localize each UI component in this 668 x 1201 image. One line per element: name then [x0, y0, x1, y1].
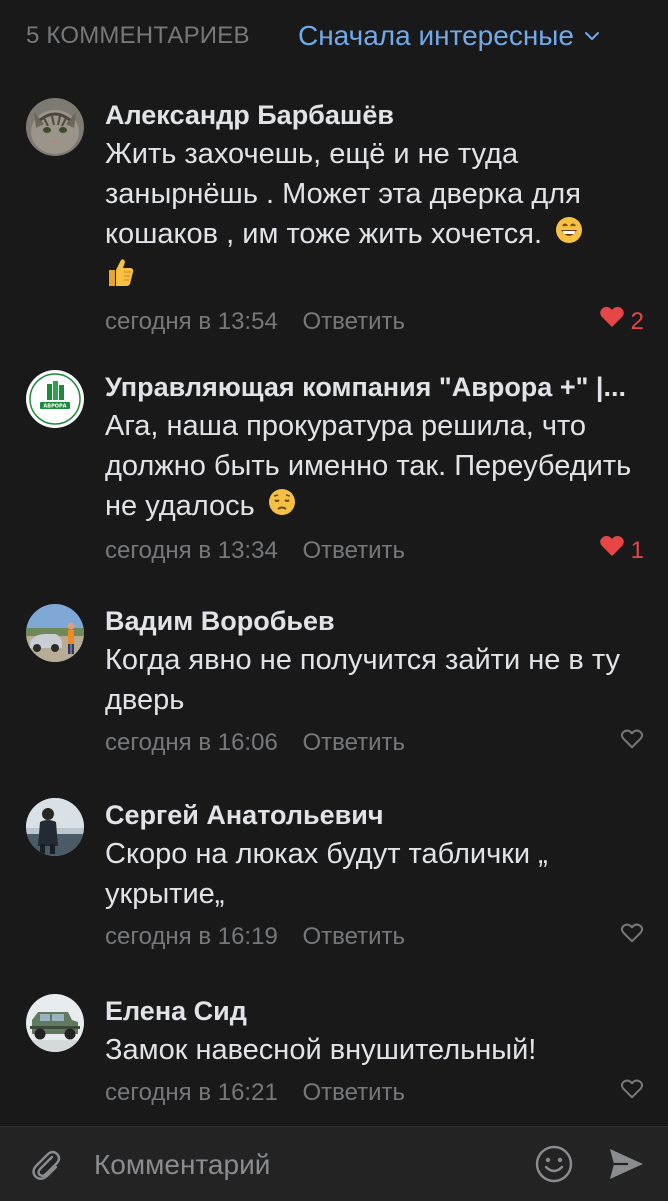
comment-meta: сегодня в 16:06 Ответить: [105, 726, 644, 760]
like-button[interactable]: 2: [599, 305, 644, 339]
avatar[interactable]: АВРОРА: [26, 370, 84, 428]
comment-meta: сегодня в 13:54 Ответить 2: [105, 305, 644, 339]
comment-author[interactable]: Вадим Воробьев: [105, 604, 644, 638]
comment-text: Жить захочешь, ещё и не туда занырнёшь .…: [105, 134, 644, 299]
reply-button[interactable]: Ответить: [302, 534, 405, 568]
attach-paperclip-icon[interactable]: [28, 1147, 64, 1188]
thumbs-up-icon: [105, 256, 135, 299]
sort-label: Сначала интересные: [298, 20, 574, 51]
heart-outline-icon: [620, 920, 644, 954]
like-count: 2: [630, 307, 644, 335]
like-button[interactable]: [620, 920, 644, 954]
avatar[interactable]: [26, 994, 84, 1052]
comment-author[interactable]: Управляющая компания "Аврора +" |...: [105, 370, 644, 404]
comment-time: сегодня в 16:06: [105, 729, 278, 756]
comment-text-content: Ага, наша прокуратура решила, что должно…: [105, 410, 632, 522]
avatar[interactable]: [26, 798, 84, 856]
like-button[interactable]: 1: [599, 534, 644, 568]
comment-text: Ага, наша прокуратура решила, что должно…: [105, 406, 644, 528]
like-count: 1: [630, 536, 644, 564]
chevron-down-icon: [584, 31, 600, 41]
heart-icon: [599, 534, 625, 568]
emoji-picker-icon[interactable]: [534, 1144, 574, 1189]
pensive-face-icon: [267, 487, 297, 528]
comment-author[interactable]: Елена Сид: [105, 994, 644, 1028]
comment-author[interactable]: Александр Барбашёв: [105, 98, 644, 132]
avatar[interactable]: [26, 604, 84, 662]
comment-meta: сегодня в 16:21 Ответить: [105, 1076, 644, 1110]
reply-button[interactable]: Ответить: [302, 920, 405, 954]
comment-text: Замок навесной внушительный!: [105, 1034, 537, 1066]
grinning-face-icon: [554, 215, 584, 256]
comment-text: Когда явно не получится зайти не в ту дв…: [105, 644, 620, 716]
send-icon[interactable]: [606, 1145, 646, 1188]
reply-button[interactable]: Ответить: [302, 305, 405, 339]
reply-button[interactable]: Ответить: [302, 726, 405, 760]
comment-time: сегодня в 16:21: [105, 1079, 278, 1106]
comment-time: сегодня в 13:34: [105, 536, 278, 564]
comment-meta: сегодня в 16:19 Ответить: [105, 920, 644, 954]
reply-button[interactable]: Ответить: [302, 1076, 405, 1110]
avatar[interactable]: [26, 98, 84, 156]
comment-text-content: Жить захочешь, ещё и не туда занырнёшь .…: [105, 138, 581, 250]
like-button[interactable]: [620, 1076, 644, 1110]
comment-author[interactable]: Сергей Анатольевич: [105, 798, 644, 832]
comment-composer: Комментарий: [0, 1126, 668, 1201]
heart-outline-icon: [620, 726, 644, 760]
comment-time: сегодня в 16:19: [105, 923, 278, 950]
comment-text: Скоро на люках будут таблички „ укрытие„: [105, 838, 548, 910]
heart-outline-icon: [620, 1076, 644, 1110]
avatar-logo-text: АВРОРА: [43, 404, 66, 410]
comment-time: сегодня в 13:54: [105, 307, 278, 335]
heart-icon: [599, 305, 625, 339]
comments-count: 5 КОММЕНТАРИЕВ: [26, 22, 250, 49]
sort-dropdown[interactable]: Сначала интересные: [298, 20, 600, 52]
comment-meta: сегодня в 13:34 Ответить 1: [105, 534, 644, 568]
comment-input[interactable]: Комментарий: [94, 1149, 270, 1181]
like-button[interactable]: [620, 726, 644, 760]
comments-header: 5 КОММЕНТАРИЕВ Сначала интересные: [0, 0, 668, 78]
